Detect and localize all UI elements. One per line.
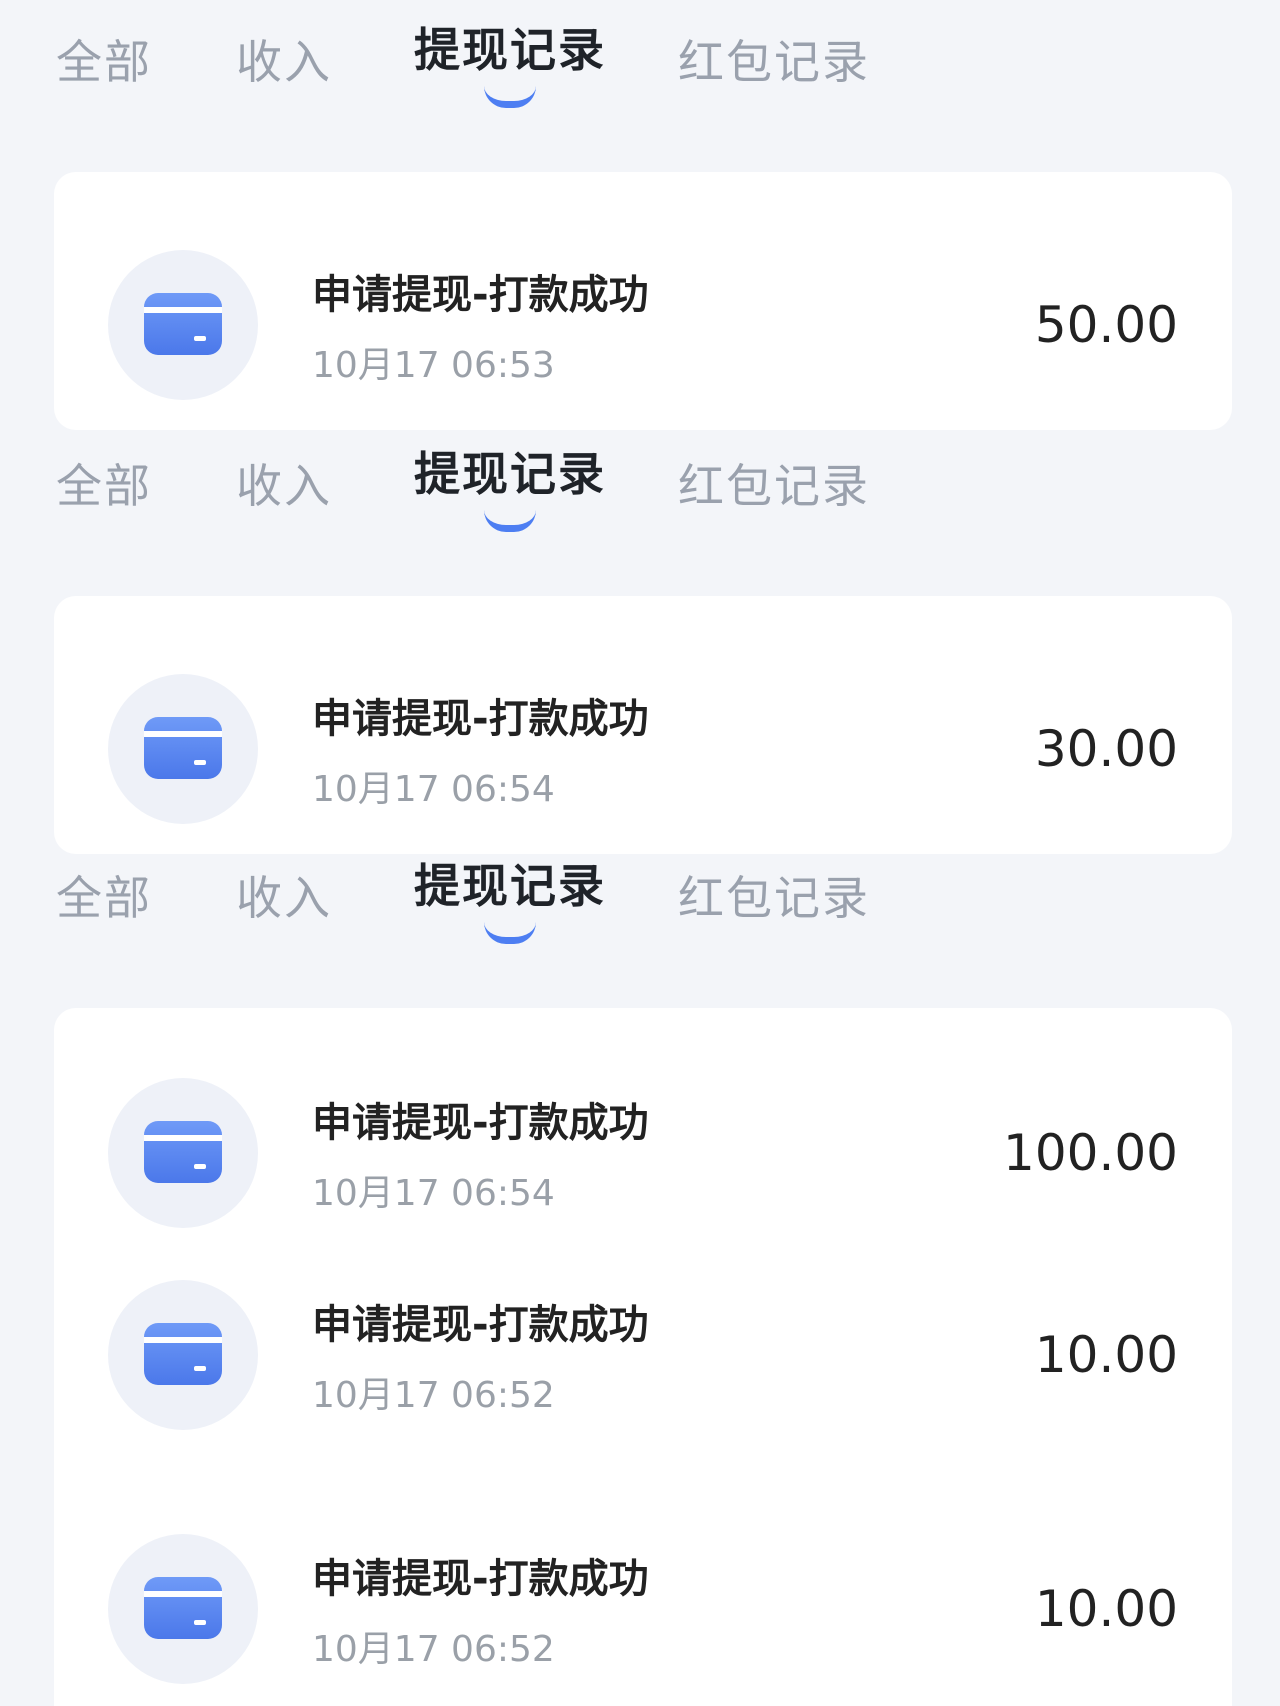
tab-red-packet-records[interactable]: 红包记录 <box>678 26 870 92</box>
tab-income[interactable]: 收入 <box>236 26 332 92</box>
tab-red-packet-records[interactable]: 红包记录 <box>678 450 870 516</box>
bank-card-icon <box>144 1121 222 1183</box>
record-item[interactable]: 申请提现-打款成功 10月17 06:54 30.00 <box>54 674 1232 834</box>
record-item[interactable]: 申请提现-打款成功 10月17 06:52 10.00 <box>54 1534 1232 1694</box>
record-avatar <box>108 1078 258 1228</box>
tab-income[interactable]: 收入 <box>236 862 332 928</box>
record-amount: 30.00 <box>1034 720 1178 778</box>
record-amount: 10.00 <box>1034 1326 1178 1384</box>
record-amount: 100.00 <box>1003 1124 1178 1182</box>
record-section-1: 全部 收入 提现记录 红包记录 申请提现-打款成功 10月17 06:53 50… <box>0 0 1280 430</box>
record-avatar <box>108 1280 258 1430</box>
tab-label: 提现记录 <box>414 859 606 913</box>
record-avatar <box>108 250 258 400</box>
tab-all[interactable]: 全部 <box>56 862 152 928</box>
tab-bar: 全部 收入 提现记录 红包记录 <box>0 0 1280 110</box>
record-title: 申请提现-打款成功 <box>312 696 649 742</box>
tab-all[interactable]: 全部 <box>56 450 152 516</box>
record-item[interactable]: 申请提现-打款成功 10月17 06:52 10.00 <box>54 1280 1232 1440</box>
tab-withdrawal-records[interactable]: 提现记录 <box>414 14 606 108</box>
record-title: 申请提现-打款成功 <box>312 1556 649 1602</box>
tab-withdrawal-records[interactable]: 提现记录 <box>414 850 606 944</box>
record-time: 10月17 06:54 <box>312 769 555 810</box>
tab-label: 提现记录 <box>414 447 606 501</box>
active-tab-indicator <box>484 86 536 108</box>
tab-red-packet-records[interactable]: 红包记录 <box>678 862 870 928</box>
record-avatar <box>108 674 258 824</box>
record-section-3: 全部 收入 提现记录 红包记录 申请提现-打款成功 10月17 06:54 10… <box>0 836 1280 1706</box>
active-tab-indicator <box>484 510 536 532</box>
records-card: 申请提现-打款成功 10月17 06:53 50.00 <box>54 172 1232 430</box>
records-card: 申请提现-打款成功 10月17 06:54 30.00 <box>54 596 1232 854</box>
tab-withdrawal-records[interactable]: 提现记录 <box>414 438 606 532</box>
tab-label: 提现记录 <box>414 23 606 77</box>
record-time: 10月17 06:53 <box>312 345 555 386</box>
tab-all[interactable]: 全部 <box>56 26 152 92</box>
record-item[interactable]: 申请提现-打款成功 10月17 06:53 50.00 <box>54 250 1232 410</box>
bank-card-icon <box>144 1577 222 1639</box>
record-time: 10月17 06:52 <box>312 1375 555 1416</box>
bank-card-icon <box>144 293 222 355</box>
active-tab-indicator <box>484 922 536 944</box>
record-title: 申请提现-打款成功 <box>312 272 649 318</box>
tab-bar: 全部 收入 提现记录 红包记录 <box>0 424 1280 534</box>
record-amount: 50.00 <box>1034 296 1178 354</box>
bank-card-icon <box>144 717 222 779</box>
record-amount: 10.00 <box>1034 1580 1178 1638</box>
tab-bar: 全部 收入 提现记录 红包记录 <box>0 836 1280 946</box>
record-time: 10月17 06:52 <box>312 1629 555 1670</box>
records-card: 申请提现-打款成功 10月17 06:54 100.00 申请提现-打款成功 1… <box>54 1008 1232 1706</box>
record-section-2: 全部 收入 提现记录 红包记录 申请提现-打款成功 10月17 06:54 30… <box>0 424 1280 856</box>
tab-income[interactable]: 收入 <box>236 450 332 516</box>
record-time: 10月17 06:54 <box>312 1173 555 1214</box>
record-avatar <box>108 1534 258 1684</box>
record-title: 申请提现-打款成功 <box>312 1302 649 1348</box>
record-item[interactable]: 申请提现-打款成功 10月17 06:54 100.00 <box>54 1078 1232 1238</box>
bank-card-icon <box>144 1323 222 1385</box>
record-title: 申请提现-打款成功 <box>312 1100 649 1146</box>
